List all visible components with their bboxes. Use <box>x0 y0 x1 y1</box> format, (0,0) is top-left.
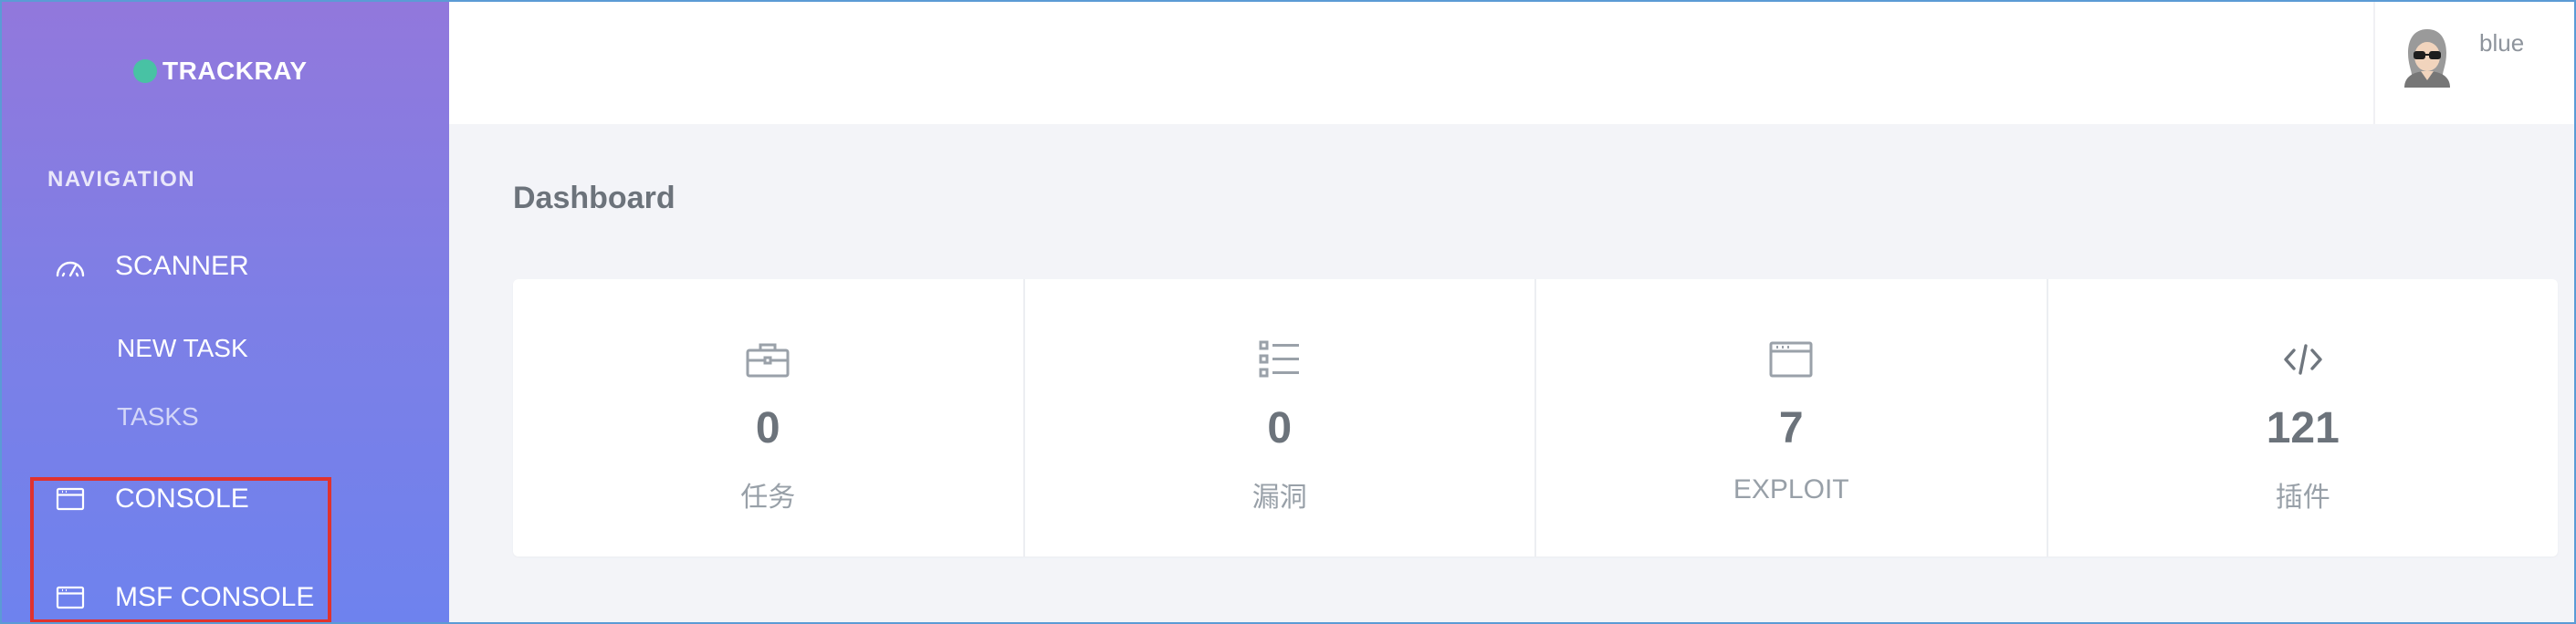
sidebar-subitem-tasks[interactable]: TASKS <box>117 402 199 432</box>
sidebar: TRACKRAY NAVIGATION SCANNER NEW TASK TAS… <box>0 0 449 624</box>
nav-heading: NAVIGATION <box>47 167 196 192</box>
briefcase-icon <box>742 338 793 381</box>
stat-label: 任务 <box>740 483 796 513</box>
app-window: TRACKRAY NAVIGATION SCANNER NEW TASK TAS… <box>0 0 2576 624</box>
stat-value: 121 <box>2266 404 2340 452</box>
stat-card-tasks[interactable]: 0 任务 <box>513 279 1025 556</box>
brand-name: TRACKRAY <box>162 57 308 85</box>
stat-label: 插件 <box>2275 483 2330 513</box>
stat-value: 0 <box>755 404 780 452</box>
brand-logo[interactable]: TRACKRAY <box>133 57 308 86</box>
sidebar-subitem-new-task[interactable]: NEW TASK <box>117 334 248 363</box>
username: blue <box>2479 29 2525 57</box>
user-menu[interactable]: blue <box>2373 0 2576 124</box>
code-icon <box>2278 338 2329 381</box>
avatar <box>2401 27 2454 88</box>
highlight-annotation-box <box>30 477 331 623</box>
stat-label: 漏洞 <box>1251 483 1307 513</box>
stat-label: EXPLOIT <box>1733 474 1849 504</box>
list-icon <box>1254 338 1305 381</box>
page-title: Dashboard <box>513 181 675 215</box>
stat-value: 0 <box>1267 404 1293 452</box>
stat-card-plugins[interactable]: 121 插件 <box>2048 279 2559 556</box>
top-bar <box>449 0 2576 124</box>
brand-dot-icon <box>133 59 157 83</box>
speedometer-icon <box>55 253 86 280</box>
sidebar-item-label: SCANNER <box>115 251 249 281</box>
stat-card-exploit[interactable]: 7 EXPLOIT <box>1536 279 2048 556</box>
browser-window-icon <box>1765 338 1817 381</box>
stat-value: 7 <box>1778 404 1804 452</box>
sidebar-item-scanner[interactable]: SCANNER <box>55 251 249 282</box>
stats-panel: 0 任务 0 漏洞 7 EXPLOIT 121 插件 <box>513 279 2558 556</box>
stat-card-vulnerabilities[interactable]: 0 漏洞 <box>1025 279 1536 556</box>
